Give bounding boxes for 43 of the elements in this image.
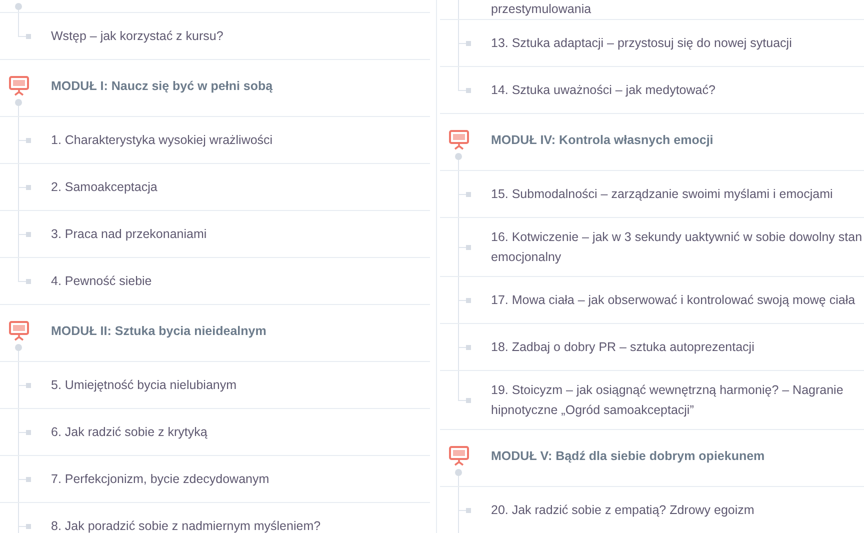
lesson-title[interactable]: 16. Kotwiczenie – jak w 3 sekundy uaktywnić w sobie dowolny stan emocjonalny xyxy=(491,227,864,267)
lesson-title[interactable]: 3. Praca nad przekonaniami xyxy=(51,224,207,244)
lesson-title[interactable]: 17. Mowa ciała – jak obserwować i kontrolować swoją mowę ciała xyxy=(491,290,856,310)
lesson-title[interactable]: 19. Stoicyzm – jak osiągnąć wewnętrzną harmonię? – Nagranie hipnotyczne „Ogród samoakceptacji” xyxy=(491,380,864,420)
lesson-title[interactable]: 20. Jak radzić sobie z empatią? Zdrowy egoizm xyxy=(491,500,754,520)
lesson-title[interactable]: 7. Perfekcjonizm, bycie zdecydowanym xyxy=(51,469,270,489)
tree-branch-icon xyxy=(18,279,31,284)
lesson-title[interactable]: Wstęp – jak korzystać z kursu? xyxy=(51,26,224,46)
tree-branch-icon xyxy=(18,232,31,237)
lesson-title[interactable]: 8. Jak poradzić sobie z nadmiernym myśleniem? xyxy=(51,516,321,533)
tree-branch-icon xyxy=(458,41,471,46)
presentation-board-icon xyxy=(9,76,29,96)
module-title[interactable]: MODUŁ I: Naucz się być w pełni sobą xyxy=(51,76,273,96)
lesson-title[interactable]: 2. Samoakceptacja xyxy=(51,177,158,197)
module-title[interactable]: MODUŁ II: Sztuka bycia nieidealnym xyxy=(51,322,266,340)
tree-branch-icon xyxy=(18,477,31,482)
lesson-title[interactable]: 13. Sztuka adaptacji – przystosuj się do nowej sytuacji xyxy=(491,33,792,53)
presentation-board-icon xyxy=(449,446,469,466)
tree-branch-icon xyxy=(458,88,471,93)
tree-branch-icon xyxy=(458,398,471,403)
presentation-board-icon xyxy=(9,321,29,341)
tree-branch-icon xyxy=(18,430,31,435)
tree-branch-icon xyxy=(458,508,471,513)
lesson-title[interactable]: 15. Submodalności – zarządzanie swoimi myślami i emocjami xyxy=(491,184,833,204)
tree-branch-icon xyxy=(18,524,31,529)
lesson-title[interactable]: 1. Charakterystyka wysokiej wrażliwości xyxy=(51,130,273,150)
tree-branch-icon xyxy=(18,34,31,39)
lesson-title[interactable]: przestymulowania xyxy=(491,0,592,19)
tree-branch-icon xyxy=(458,192,471,197)
presentation-board-icon xyxy=(449,130,469,150)
tree-branch-icon xyxy=(18,185,31,190)
tree-branch-icon xyxy=(18,383,31,388)
lesson-title[interactable]: 4. Pewność siebie xyxy=(51,271,152,291)
tree-branch-icon xyxy=(458,298,471,303)
module-title[interactable]: MODUŁ V: Bądź dla siebie dobrym opiekunem xyxy=(491,446,765,466)
lesson-title[interactable]: 18. Zadbaj o dobry PR – sztuka autoprezentacji xyxy=(491,337,754,357)
lesson-title[interactable]: 6. Jak radzić sobie z krytyką xyxy=(51,422,208,442)
lesson-title[interactable]: 5. Umiejętność bycia nielubianym xyxy=(51,375,237,395)
tree-branch-icon xyxy=(458,245,471,250)
tree-branch-icon xyxy=(458,345,471,350)
module-title[interactable]: MODUŁ IV: Kontrola własnych emocji xyxy=(491,130,714,150)
lesson-title[interactable]: 14. Sztuka uważności – jak medytować? xyxy=(491,80,716,100)
tree-branch-icon xyxy=(18,138,31,143)
